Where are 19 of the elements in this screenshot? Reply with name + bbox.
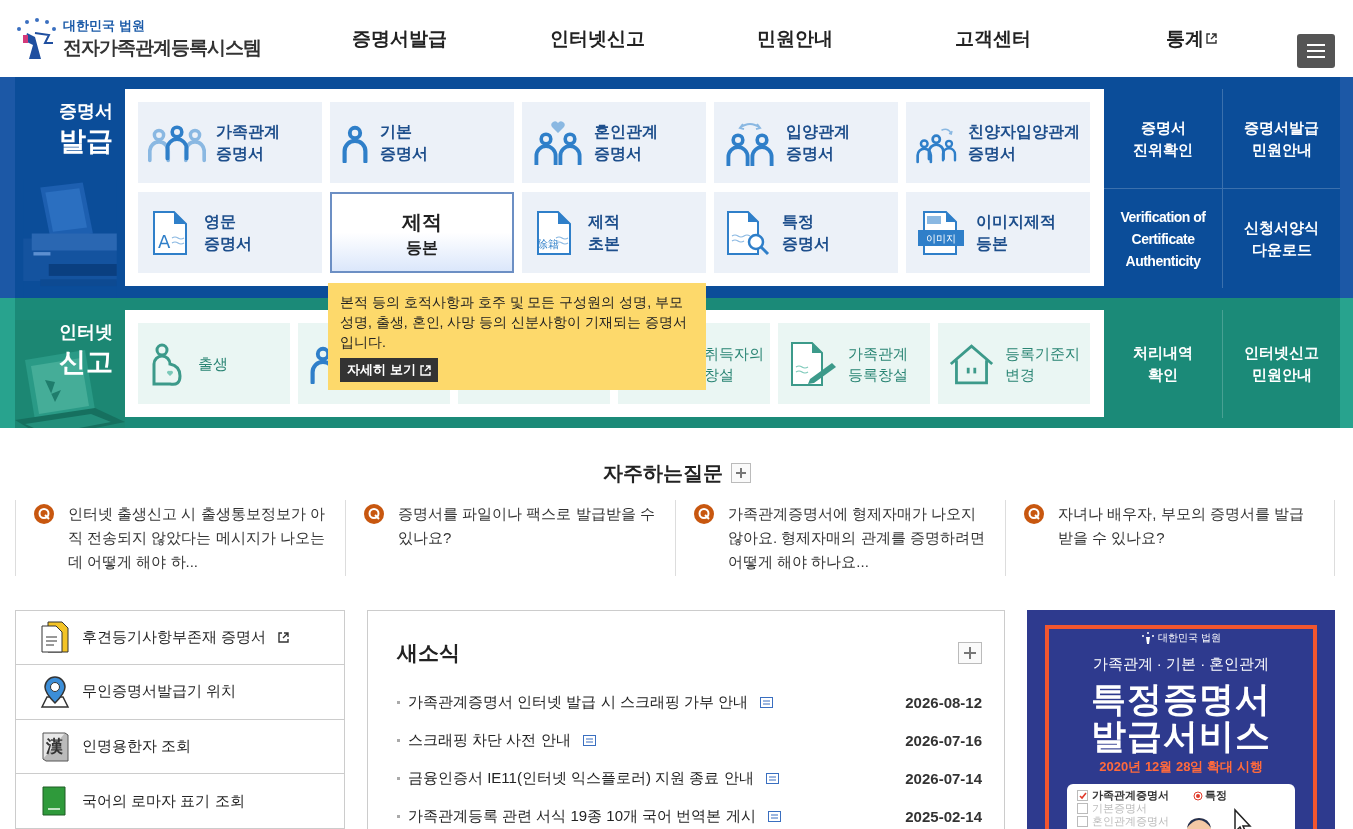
news-date: 2026-08-12	[905, 693, 982, 711]
site-title: 전자가족관계등록시스템	[63, 35, 261, 60]
option-label: 가족관계증명서	[1092, 788, 1169, 803]
section-title: 새소식	[397, 640, 460, 666]
section-title: 자주하는질문	[602, 460, 723, 486]
banner-org: 대한민국 법원	[1158, 631, 1221, 645]
section-heading: 인터넷 신고	[59, 321, 114, 379]
option-choice: 특정	[1205, 788, 1227, 803]
org-name: 대한민국 법원	[63, 16, 146, 35]
news-date: 2026-07-16	[905, 731, 982, 749]
option-label: 기본증명서	[1092, 801, 1147, 816]
banner-notice: 2020년 12월 28일 확대 시행	[1099, 758, 1263, 776]
tooltip-text: 본적 등의 호적사항과 호주 및 모든 구성원의 성명, 부모 성명, 출생, 혼인, 사망 등의 신분사항이 기재되는 증명서입니다.	[340, 293, 688, 352]
banner-subtitle: 가족관계 · 기본 · 혼인관계	[1092, 655, 1270, 674]
option-label: 혼인관계증명서	[1092, 814, 1169, 829]
banner-headline: 특정증명서 발급서비스	[1091, 680, 1271, 754]
section-heading: 증명서 발급	[58, 100, 114, 158]
news-date: 2025-02-14	[905, 807, 982, 825]
news-date: 2026-07-14	[905, 769, 982, 787]
